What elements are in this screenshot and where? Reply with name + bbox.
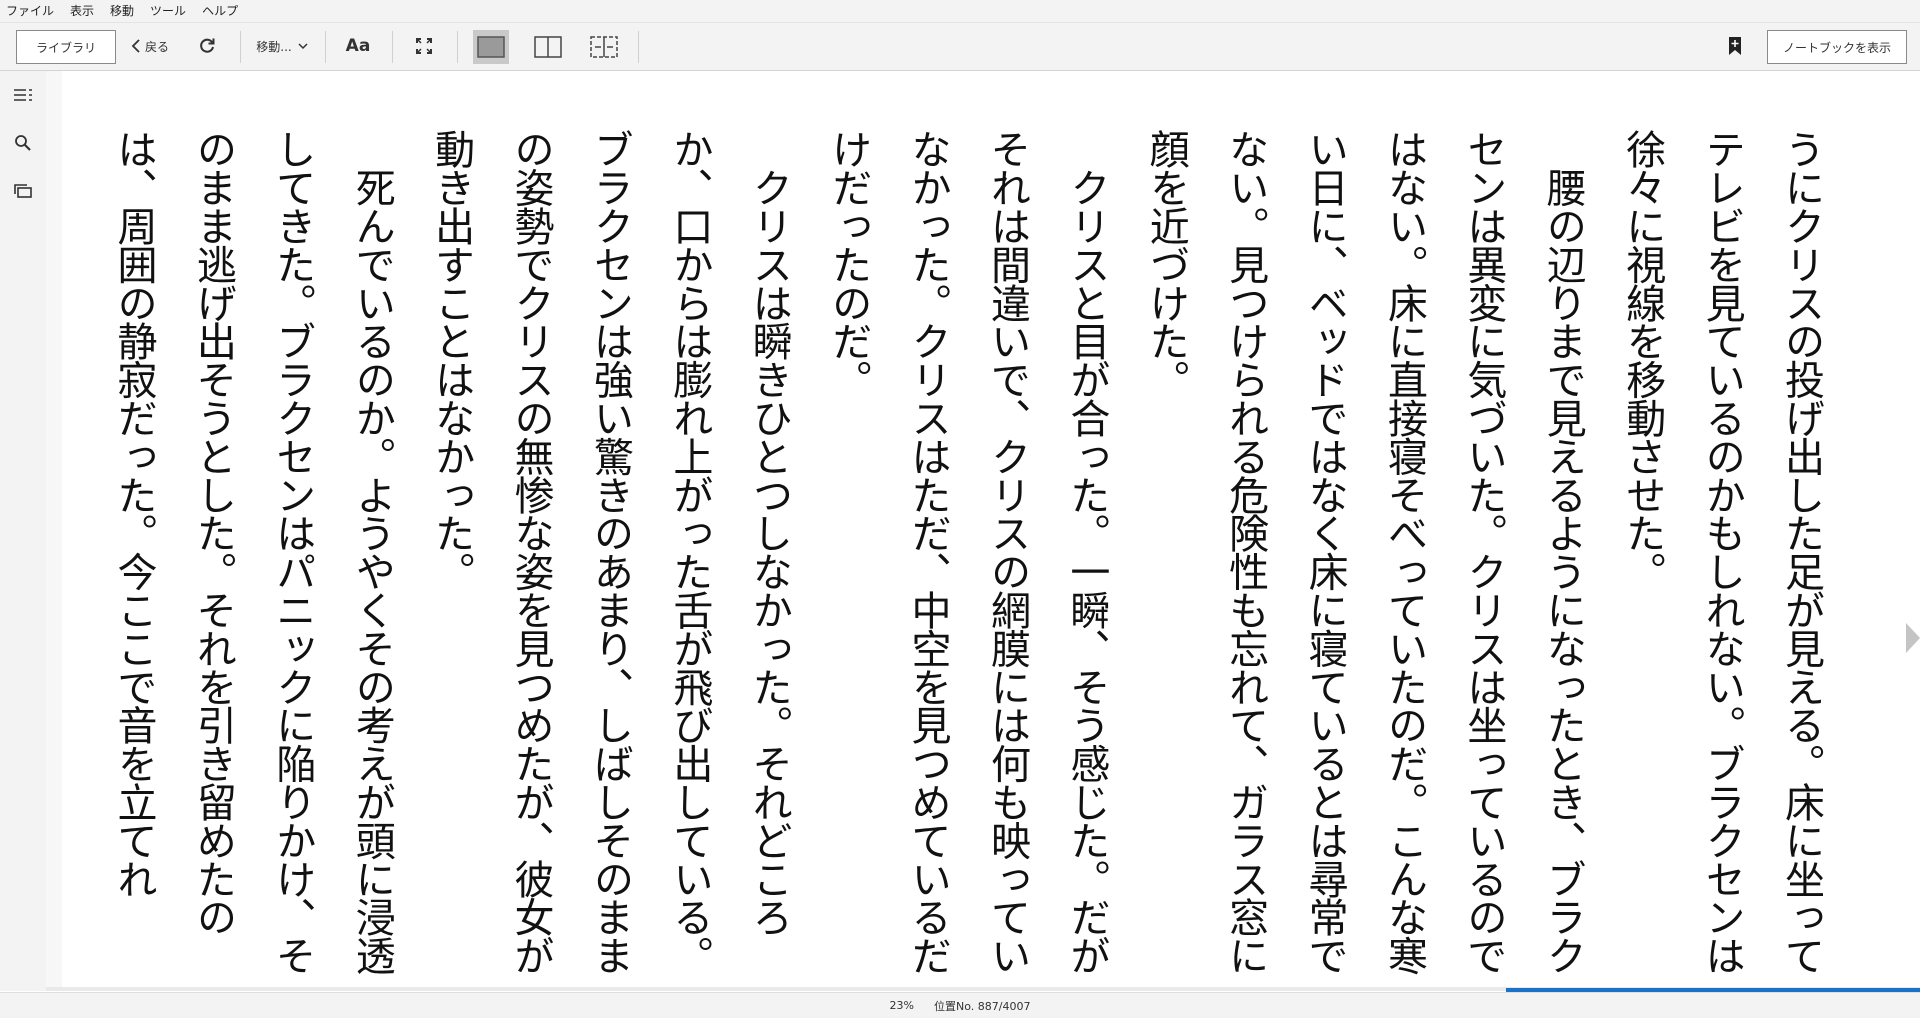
menu-help[interactable]: ヘルプ — [194, 0, 246, 22]
bookmark-button[interactable] — [1722, 32, 1748, 60]
paragraph: うにクリスの投げ出した足が見える。床に坐ってテレビを見ているのかもしれない。ブラ… — [1619, 129, 1824, 974]
percent-read: 23% — [889, 999, 914, 1012]
menu-view[interactable]: 表示 — [62, 0, 102, 22]
toolbar-separator — [638, 31, 639, 63]
toolbar-separator — [392, 31, 393, 63]
next-page-button[interactable] — [1906, 621, 1920, 655]
toolbar-separator — [325, 31, 326, 63]
table-of-contents-icon — [14, 89, 32, 101]
book-text: うにクリスの投げ出した足が見える。床に坐ってテレビを見ているのかもしれない。ブラ… — [100, 129, 1840, 1009]
flashcards-button[interactable] — [11, 179, 35, 203]
paragraph: 死んでいるのか。ようやくその考えが頭に浸透してきた。ブラクセンはパニックに陥りか… — [110, 129, 395, 974]
back-button[interactable]: 戻る — [126, 30, 174, 62]
toolbar-separator — [457, 31, 458, 63]
fullscreen-icon — [416, 38, 432, 54]
menu-tools[interactable]: ツール — [142, 0, 194, 22]
library-button-label: ライブラリ — [35, 40, 96, 55]
chevron-left-icon — [131, 39, 140, 53]
reading-page[interactable]: うにクリスの投げ出した足が見える。床に坐ってテレビを見ているのかもしれない。ブラ… — [62, 71, 1920, 987]
status-bar: 23% 位置No. 887/4007 — [0, 992, 1920, 1018]
toolbar-separator — [240, 31, 241, 63]
chevron-down-icon — [298, 42, 308, 49]
menu-file[interactable]: ファイル — [0, 0, 62, 22]
paragraph: クリスは瞬きひとつしなかった。それどころか、口からは膨れ上がった舌が飛び出してい… — [428, 129, 792, 974]
multi-page-icon — [590, 36, 618, 58]
goto-dropdown[interactable]: 移動... — [250, 30, 314, 62]
single-column-icon — [477, 36, 505, 58]
show-notebook-button[interactable]: ノートブックを表示 — [1767, 30, 1907, 64]
search-icon — [15, 135, 31, 151]
multi-page-button[interactable] — [586, 30, 622, 64]
next-page-icon — [1906, 623, 1920, 653]
paragraph: クリスと目が合った。一瞬、そう感じた。だがそれは間違いで、クリスの網膜には何も映… — [825, 129, 1110, 974]
single-column-button[interactable] — [473, 30, 509, 64]
goto-dropdown-label: 移動... — [256, 39, 292, 54]
fullscreen-button[interactable] — [410, 32, 438, 60]
sync-button[interactable] — [194, 33, 220, 59]
menu-go[interactable]: 移動 — [102, 0, 142, 22]
menu-bar: ファイル 表示 移動 ツール ヘルプ — [0, 0, 1920, 23]
toolbar: ライブラリ 戻る 移動... Aa ノートブックを表示 — [0, 23, 1920, 71]
location-indicator: 位置No. 887/4007 — [933, 999, 1031, 1013]
two-columns-button[interactable] — [530, 30, 566, 64]
font-settings-button[interactable]: Aa — [340, 30, 376, 62]
sync-icon — [200, 38, 215, 53]
paragraph: 腰の辺りまで見えるようになったとき、ブラクセンは異変に気づいた。クリスは坐ってい… — [1142, 129, 1586, 974]
page-gutter — [46, 71, 62, 991]
two-columns-icon — [534, 36, 562, 58]
show-notebook-label: ノートブックを表示 — [1782, 40, 1891, 55]
back-button-label: 戻る — [144, 39, 169, 54]
bookmark-add-icon — [1729, 37, 1741, 55]
search-button[interactable] — [11, 131, 35, 155]
toc-button[interactable] — [11, 83, 35, 107]
left-sidebar — [0, 71, 47, 991]
library-button[interactable]: ライブラリ — [16, 30, 116, 64]
flashcards-icon — [14, 184, 32, 198]
